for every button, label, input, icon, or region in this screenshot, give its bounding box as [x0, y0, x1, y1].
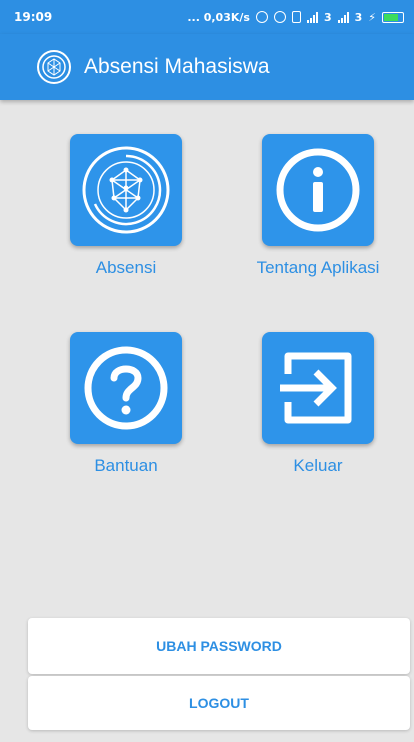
exit-icon	[280, 352, 352, 424]
info-icon	[276, 148, 360, 232]
help-icon	[84, 346, 168, 430]
help-label[interactable]: Bantuan	[70, 456, 182, 476]
exit-label[interactable]: Keluar	[262, 456, 374, 476]
sim2-label: 3	[354, 10, 363, 24]
status-time: 19:09	[14, 10, 53, 24]
about-app-button[interactable]	[262, 134, 374, 246]
battery-icon	[382, 11, 404, 23]
status-icons: ... 0,03K/s 3 3 ⚡	[187, 11, 404, 24]
signal-icon	[306, 11, 318, 23]
face-scan-icon	[82, 146, 170, 234]
network-speed: ... 0,03K/s	[187, 10, 250, 24]
app-title: Absensi Mahasiswa	[84, 55, 270, 78]
exit-button[interactable]	[262, 332, 374, 444]
status-bar: 19:09 ... 0,03K/s 3 3 ⚡	[0, 0, 414, 34]
help-button[interactable]	[70, 332, 182, 444]
app-bar: Absensi Mahasiswa	[0, 34, 414, 100]
absensi-label[interactable]: Absensi	[70, 258, 182, 278]
absensi-button[interactable]	[70, 134, 182, 246]
change-password-button[interactable]: UBAH PASSWORD	[28, 618, 410, 674]
sim1-label: 3	[323, 10, 332, 24]
face-scan-icon	[37, 50, 71, 84]
alarm-icon	[273, 11, 286, 23]
about-app-label[interactable]: Tentang Aplikasi	[228, 258, 408, 278]
signal-icon-2	[337, 11, 349, 23]
vibrate-icon	[291, 11, 301, 23]
mute-icon	[255, 11, 268, 23]
logout-button[interactable]: LOGOUT	[28, 676, 410, 730]
charging-icon: ⚡	[368, 10, 376, 24]
